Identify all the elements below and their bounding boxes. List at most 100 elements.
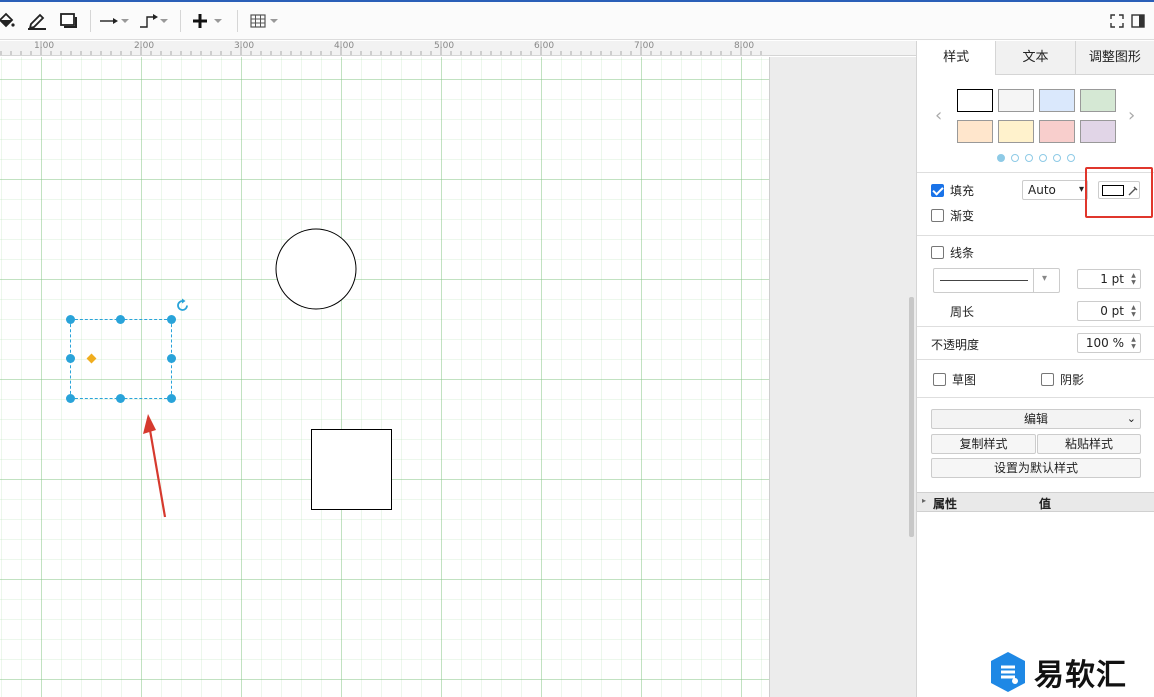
table-icon[interactable] <box>248 10 268 32</box>
resize-handle-sw[interactable] <box>66 394 75 403</box>
toolbar-separator <box>237 10 238 32</box>
toggle-panel-icon[interactable] <box>1129 10 1147 32</box>
properties-col-value: 值 <box>1039 497 1052 511</box>
chevron-down-icon: ⌄ <box>1126 412 1136 425</box>
perimeter-input[interactable]: 0 pt ▲ ▼ <box>1077 301 1141 321</box>
style-swatch[interactable] <box>998 120 1034 143</box>
resize-handle-n[interactable] <box>116 315 125 324</box>
perimeter-row: 周长 <box>950 303 974 320</box>
ruler-label: 3.00 <box>234 41 255 51</box>
annotation-arrow <box>143 414 167 518</box>
properties-header[interactable]: ▸ 属性 值 <box>917 492 1154 512</box>
rotate-handle-icon[interactable] <box>175 298 191 314</box>
fullscreen-icon[interactable] <box>1108 10 1126 32</box>
style-swatch[interactable] <box>1039 89 1075 112</box>
gradient-row: 渐变 <box>931 207 974 224</box>
line-color-icon[interactable] <box>26 10 48 32</box>
opacity-input[interactable]: 100 % ▲ ▼ <box>1077 333 1141 353</box>
vertical-scrollbar[interactable] <box>909 297 914 537</box>
insert-dropdown-icon[interactable] <box>214 19 222 23</box>
swatch-page-dot[interactable] <box>1025 154 1033 162</box>
divider <box>917 235 1154 236</box>
resize-handle-se[interactable] <box>167 394 176 403</box>
insert-icon[interactable] <box>190 10 210 32</box>
gradient-label: 渐变 <box>950 209 975 223</box>
shadow-checkbox[interactable] <box>1041 373 1054 386</box>
line-pattern-select[interactable]: ▾ <box>933 268 1060 293</box>
resize-handle-nw[interactable] <box>66 315 75 324</box>
swatch-next-icon[interactable]: › <box>1128 105 1135 126</box>
ruler-label: 1.00 <box>34 41 55 51</box>
divider <box>917 397 1154 398</box>
waypoint-dropdown-icon[interactable] <box>160 19 168 23</box>
opacity-label: 不透明度 <box>931 338 980 352</box>
tab-arrange[interactable]: 调整图形 <box>1074 41 1154 75</box>
line-checkbox[interactable] <box>931 246 944 259</box>
connector-dropdown-icon[interactable] <box>121 19 129 23</box>
resize-handle-e[interactable] <box>167 354 176 363</box>
tab-style[interactable]: 样式 <box>917 41 996 75</box>
sketch-label: 草图 <box>952 373 977 387</box>
gradient-checkbox[interactable] <box>931 209 944 222</box>
fill-checkbox[interactable] <box>931 184 944 197</box>
resize-handle-w[interactable] <box>66 354 75 363</box>
style-swatch[interactable] <box>998 89 1034 112</box>
selected-shape-bounds[interactable] <box>70 319 172 399</box>
swatch-page-dot[interactable] <box>1039 154 1047 162</box>
square-shape[interactable] <box>311 429 392 510</box>
perimeter-value: 0 pt <box>1100 304 1124 318</box>
resize-handle-s[interactable] <box>116 394 125 403</box>
style-swatch[interactable] <box>1080 120 1116 143</box>
style-swatch[interactable] <box>1039 120 1075 143</box>
watermark-logo-icon <box>991 651 1025 692</box>
table-dropdown-icon[interactable] <box>270 19 278 23</box>
properties-col-name: 属性 <box>933 497 958 511</box>
opacity-value: 100 % <box>1085 336 1124 350</box>
fill-row: 填充 <box>931 182 974 199</box>
copy-style-button[interactable]: 复制样式 <box>931 434 1036 454</box>
diagram-canvas[interactable] <box>0 57 916 697</box>
shadow-label: 阴影 <box>1060 373 1085 387</box>
line-pattern-preview <box>940 280 1028 281</box>
toolbar-separator <box>90 10 91 32</box>
highlight-annotation <box>1085 167 1153 218</box>
swatch-page-dot[interactable] <box>1053 154 1061 162</box>
sketch-checkbox[interactable] <box>933 373 946 386</box>
opacity-row: 不透明度 <box>931 336 979 353</box>
waypoint-icon[interactable] <box>138 10 160 32</box>
swatch-page-dot[interactable] <box>1011 154 1019 162</box>
divider <box>917 359 1154 360</box>
style-swatch[interactable] <box>1080 89 1116 112</box>
connector-icon[interactable] <box>98 10 120 32</box>
style-swatch[interactable] <box>957 89 993 112</box>
set-default-style-button[interactable]: 设置为默认样式 <box>931 458 1141 478</box>
fill-color-icon[interactable] <box>0 10 16 32</box>
expand-arrow-icon[interactable]: ▸ <box>922 496 926 505</box>
line-width-input[interactable]: 1 pt ▲ ▼ <box>1077 269 1141 289</box>
ruler-label: 7.00 <box>634 41 655 51</box>
diagram-page[interactable] <box>0 57 770 697</box>
edit-select[interactable]: 编辑 ⌄ <box>931 409 1141 429</box>
circle-shape[interactable] <box>274 228 358 312</box>
ruler-label: 8.00 <box>734 41 755 51</box>
spinner-icon[interactable]: ▲ ▼ <box>1129 336 1138 350</box>
perimeter-label: 周长 <box>950 305 975 319</box>
shadow-icon[interactable] <box>58 10 80 32</box>
chevron-down-icon: ▾ <box>1078 184 1084 195</box>
swatch-pager <box>997 154 1075 162</box>
format-tabs: 样式 文本 调整图形 <box>917 41 1154 75</box>
line-row: 线条 <box>931 244 974 261</box>
fill-mode-select[interactable]: Auto ▾ <box>1022 180 1088 200</box>
fill-label: 填充 <box>950 184 975 198</box>
swatch-prev-icon[interactable]: ‹ <box>935 105 942 126</box>
tab-text[interactable]: 文本 <box>995 41 1075 75</box>
ruler-label: 5.00 <box>434 41 455 51</box>
spinner-icon[interactable]: ▲ ▼ <box>1129 272 1138 286</box>
spinner-icon[interactable]: ▲ ▼ <box>1129 304 1138 318</box>
style-swatch[interactable] <box>957 120 993 143</box>
line-width-value: 1 pt <box>1100 272 1124 286</box>
swatch-page-dot[interactable] <box>997 154 1005 162</box>
paste-style-button[interactable]: 粘贴样式 <box>1037 434 1141 454</box>
swatch-page-dot[interactable] <box>1067 154 1075 162</box>
resize-handle-ne[interactable] <box>167 315 176 324</box>
